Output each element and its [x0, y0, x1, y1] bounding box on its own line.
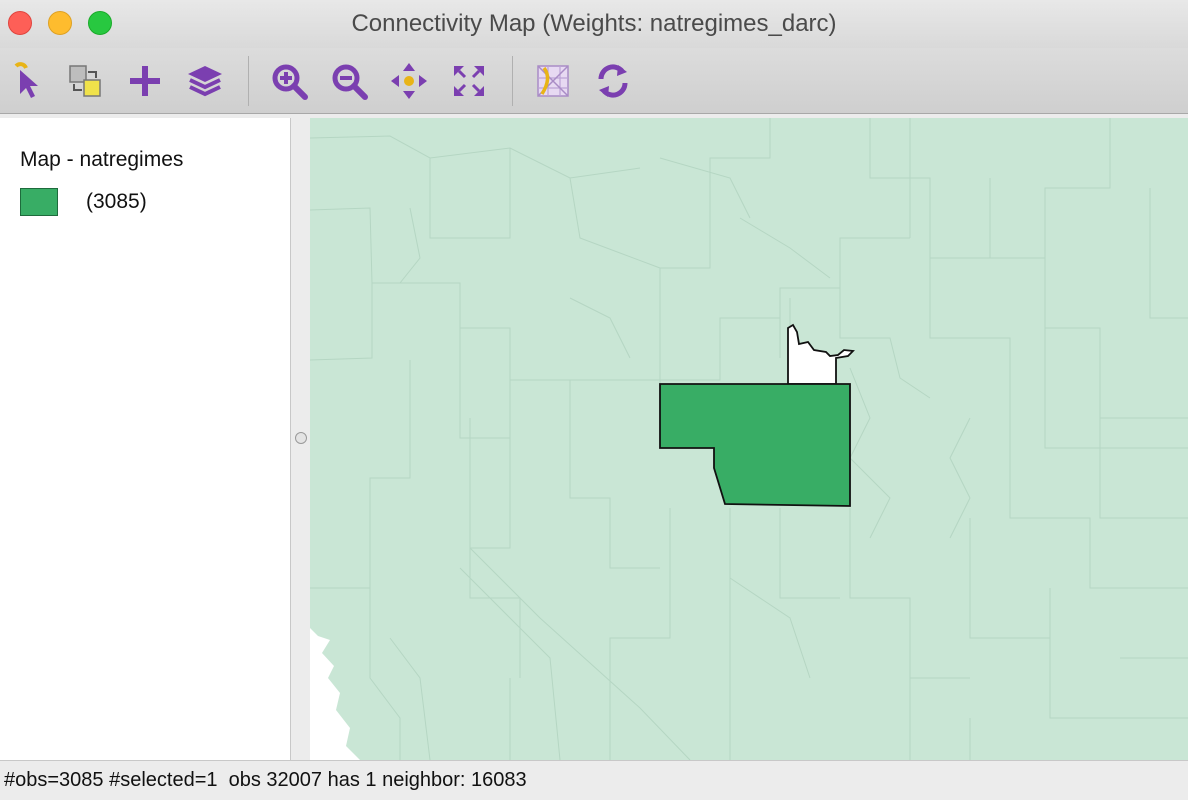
- selection-mode-button[interactable]: [64, 60, 106, 102]
- map-canvas[interactable]: [310, 118, 1188, 760]
- toolbar-separator: [512, 56, 513, 106]
- panel-splitter[interactable]: [291, 118, 310, 760]
- selection-mode-icon: [69, 65, 101, 97]
- basemap-icon: [537, 65, 569, 97]
- refresh-button[interactable]: [592, 60, 634, 102]
- legend-title: Map - natregimes: [20, 148, 184, 171]
- legend-swatch[interactable]: [20, 188, 58, 216]
- zoom-out-button[interactable]: [328, 60, 370, 102]
- splitter-handle[interactable]: [295, 432, 307, 444]
- legend-category-label: (3085): [86, 190, 147, 213]
- basemap-button[interactable]: [532, 60, 574, 102]
- status-bar: #obs=3085 #selected=1 obs 32007 has 1 ne…: [0, 760, 1188, 800]
- add-button[interactable]: [124, 60, 166, 102]
- title-bar: Connectivity Map (Weights: natregimes_da…: [0, 0, 1188, 48]
- toolbar-separator: [248, 56, 249, 106]
- plus-icon: [130, 66, 160, 96]
- window-title: Connectivity Map (Weights: natregimes_da…: [351, 10, 837, 37]
- layers-icon: [188, 66, 222, 97]
- connectivity-map[interactable]: [310, 118, 1188, 760]
- full-extent-icon: [454, 66, 484, 96]
- zoom-in-icon: [272, 64, 308, 100]
- full-extent-button[interactable]: [448, 60, 490, 102]
- select-tool-button[interactable]: [6, 60, 48, 102]
- pan-icon: [391, 63, 427, 99]
- toolbar: [0, 48, 1188, 114]
- refresh-icon: [598, 64, 628, 98]
- zoom-in-button[interactable]: [268, 60, 310, 102]
- pointer-icon: [14, 62, 38, 98]
- legend-panel: Map - natregimes (3085): [0, 118, 291, 760]
- zoom-out-icon: [332, 64, 368, 100]
- layers-button[interactable]: [184, 60, 226, 102]
- status-text: #obs=3085 #selected=1 obs 32007 has 1 ne…: [4, 769, 527, 791]
- pan-button[interactable]: [388, 60, 430, 102]
